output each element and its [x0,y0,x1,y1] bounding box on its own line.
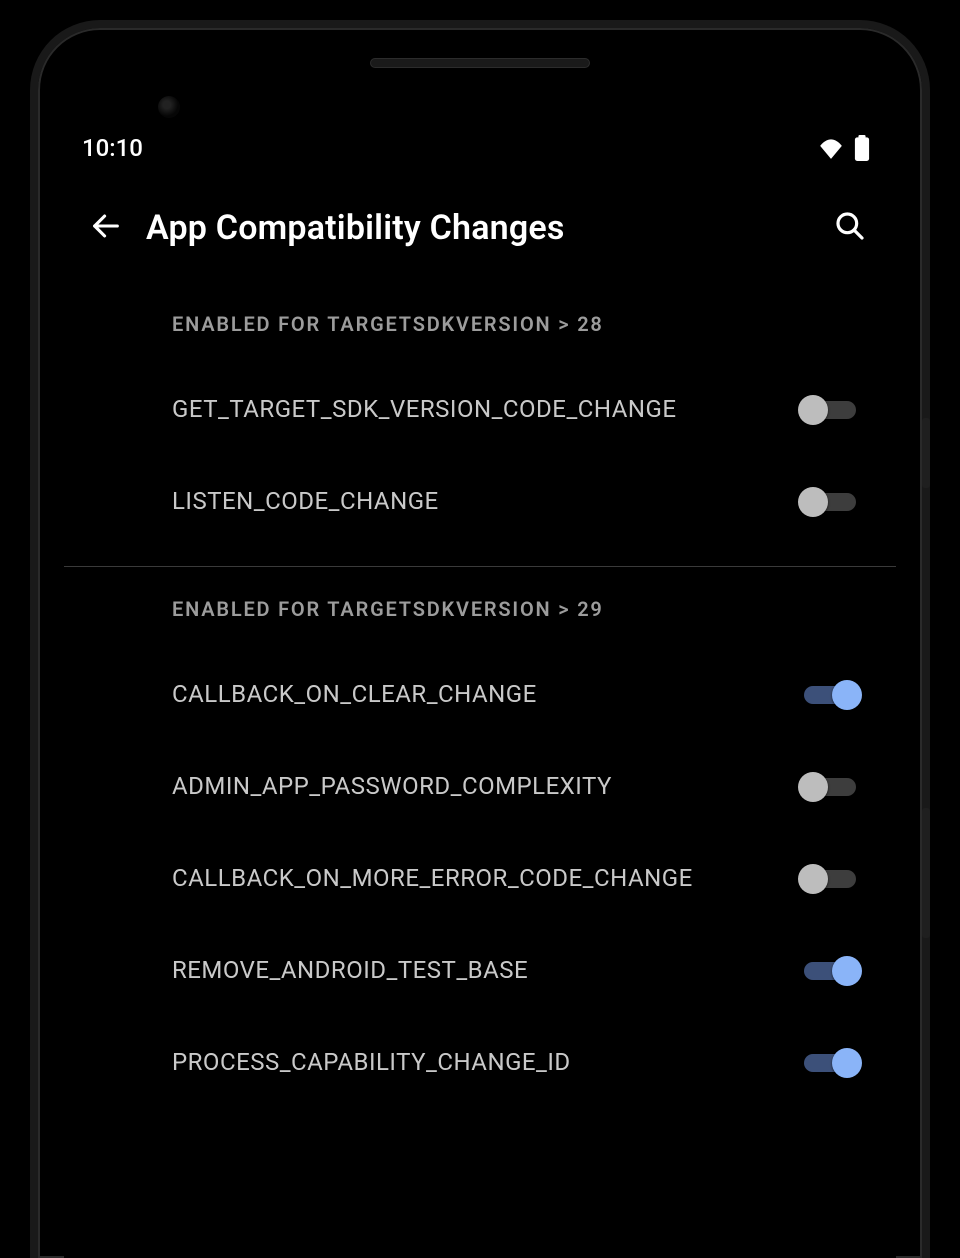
section-header: ENABLED FOR TARGETSDKVERSION > 28 [64,282,896,364]
compat-change-label: REMOVE_ANDROID_TEST_BASE [172,954,798,988]
compat-change-label: CALLBACK_ON_MORE_ERROR_CODE_CHANGE [172,862,798,896]
toggle-switch[interactable] [798,486,862,518]
toggle-switch[interactable] [798,1047,862,1079]
compat-change-label: ADMIN_APP_PASSWORD_COMPLEXITY [172,770,798,804]
toggle-thumb [798,487,828,517]
status-bar: 10:10 [64,120,896,176]
status-time: 10:10 [82,134,143,162]
toggle-switch[interactable] [798,771,862,803]
screen: 10:10 App Compatibility Changes [64,120,896,1258]
phone-front-camera [158,96,180,118]
toggle-switch[interactable] [798,863,862,895]
compat-change-row[interactable]: REMOVE_ANDROID_TEST_BASE [64,925,896,1017]
compat-change-label: LISTEN_CODE_CHANGE [172,485,798,519]
compat-change-row[interactable]: CALLBACK_ON_MORE_ERROR_CODE_CHANGE [64,833,896,925]
phone-side-button [922,808,930,938]
phone-side-button [922,418,930,488]
toggle-thumb [798,772,828,802]
search-icon [834,210,866,246]
section-header: ENABLED FOR TARGETSDKVERSION > 29 [64,567,896,649]
back-button[interactable] [78,200,134,256]
compat-change-row[interactable]: GET_TARGET_SDK_VERSION_CODE_CHANGE [64,364,896,456]
compat-change-label: PROCESS_CAPABILITY_CHANGE_ID [172,1046,798,1080]
toggle-thumb [832,1048,862,1078]
compat-change-label: GET_TARGET_SDK_VERSION_CODE_CHANGE [172,393,798,427]
app-bar: App Compatibility Changes [64,176,896,282]
toggle-thumb [798,864,828,894]
arrow-left-icon [89,209,123,247]
toggle-thumb [832,680,862,710]
toggle-thumb [832,956,862,986]
compat-change-row[interactable]: PROCESS_CAPABILITY_CHANGE_ID [64,1017,896,1109]
compat-change-row[interactable]: ADMIN_APP_PASSWORD_COMPLEXITY [64,741,896,833]
toggle-switch[interactable] [798,679,862,711]
battery-icon [854,135,870,161]
search-button[interactable] [822,200,878,256]
toggle-switch[interactable] [798,394,862,426]
toggle-switch[interactable] [798,955,862,987]
compat-change-label: CALLBACK_ON_CLEAR_CHANGE [172,678,798,712]
phone-frame: 10:10 App Compatibility Changes [30,20,930,1258]
page-title: App Compatibility Changes [146,208,822,248]
compat-change-row[interactable]: LISTEN_CODE_CHANGE [64,456,896,548]
wifi-icon [818,137,844,159]
phone-speaker [370,58,590,68]
toggle-thumb [798,395,828,425]
compat-change-row[interactable]: CALLBACK_ON_CLEAR_CHANGE [64,649,896,741]
